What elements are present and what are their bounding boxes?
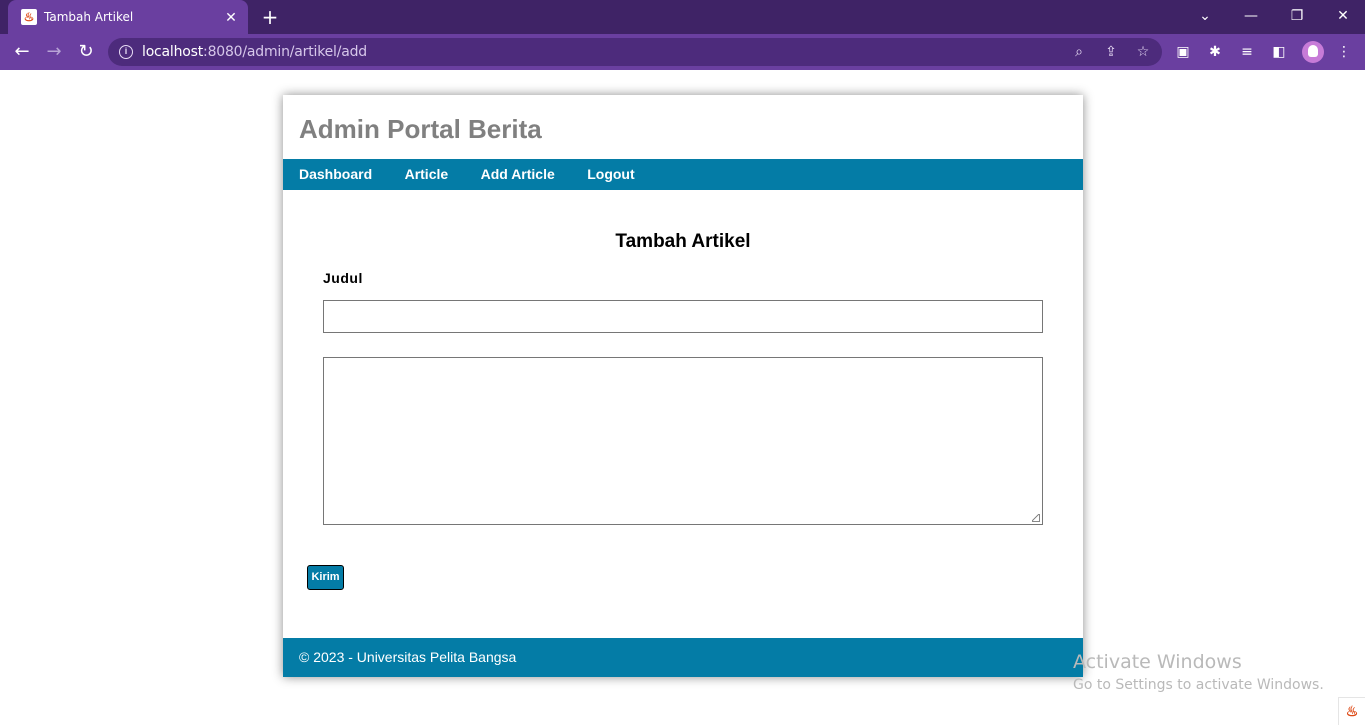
side-panel-icon[interactable]: ◧ bbox=[1269, 42, 1289, 62]
url-text[interactable]: localhost:8080/admin/artikel/add bbox=[142, 44, 367, 60]
site-header: Admin Portal Berita bbox=[283, 95, 1083, 159]
browser-tab[interactable]: ♨ Tambah Artikel ✕ bbox=[8, 0, 248, 34]
nav-dashboard[interactable]: Dashboard bbox=[299, 159, 372, 190]
activation-watermark-subtitle: Go to Settings to activate Windows. bbox=[1073, 677, 1324, 693]
site-info-icon[interactable]: i bbox=[119, 45, 133, 59]
browser-tab-strip: ♨ Tambah Artikel ✕ + ⌄ — ❐ ✕ bbox=[0, 0, 1365, 34]
submit-button[interactable]: Kirim bbox=[307, 565, 344, 590]
bookmark-star-icon[interactable]: ☆ bbox=[1133, 42, 1153, 62]
nav-add-article[interactable]: Add Article bbox=[481, 159, 555, 190]
activation-watermark-title: Activate Windows bbox=[1073, 651, 1242, 673]
zoom-icon[interactable]: ⌕ bbox=[1069, 42, 1089, 62]
share-icon[interactable]: ⇪ bbox=[1101, 42, 1121, 62]
profile-avatar[interactable] bbox=[1302, 41, 1324, 63]
footer-text: © 2023 - Universitas Pelita Bangsa bbox=[299, 649, 517, 665]
resize-handle-icon[interactable] bbox=[1032, 514, 1040, 522]
extensions-puzzle-icon[interactable]: ✱ bbox=[1205, 42, 1225, 62]
form-title: Tambah Artikel bbox=[615, 231, 751, 252]
tab-search-icon[interactable]: ⌄ bbox=[1190, 4, 1220, 28]
media-control-icon[interactable]: ≡ bbox=[1237, 42, 1257, 62]
codeigniter-favicon-icon: ♨ bbox=[21, 9, 37, 25]
forward-button[interactable]: → bbox=[42, 40, 66, 64]
minimize-button[interactable]: — bbox=[1236, 4, 1266, 28]
tab-title: Tambah Artikel bbox=[44, 10, 134, 24]
reload-button[interactable]: ↻ bbox=[74, 40, 98, 64]
close-tab-icon[interactable]: ✕ bbox=[222, 8, 240, 26]
menu-kebab-icon[interactable]: ⋮ bbox=[1334, 42, 1354, 62]
site-footer: © 2023 - Universitas Pelita Bangsa bbox=[283, 638, 1083, 677]
isi-textarea[interactable] bbox=[323, 357, 1043, 525]
nav-article[interactable]: Article bbox=[405, 159, 449, 190]
judul-input[interactable] bbox=[323, 300, 1043, 333]
nav-logout[interactable]: Logout bbox=[587, 159, 634, 190]
judul-label: Judul bbox=[323, 270, 363, 286]
extension-icon[interactable]: ▣ bbox=[1173, 42, 1193, 62]
codeigniter-debug-toolbar-icon[interactable]: ♨ bbox=[1338, 697, 1365, 725]
back-button[interactable]: ← bbox=[10, 40, 34, 64]
main-nav: Dashboard Article Add Article Logout bbox=[283, 159, 1083, 190]
address-bar[interactable]: i localhost:8080/admin/artikel/add ⌕ ⇪ ☆ bbox=[108, 38, 1162, 66]
page-container: Admin Portal Berita Dashboard Article Ad… bbox=[283, 95, 1083, 677]
browser-toolbar: ← → ↻ i localhost:8080/admin/artikel/add… bbox=[0, 34, 1365, 70]
restore-button[interactable]: ❐ bbox=[1282, 4, 1312, 28]
site-title: Admin Portal Berita bbox=[299, 114, 542, 144]
close-window-button[interactable]: ✕ bbox=[1328, 4, 1358, 28]
new-tab-button[interactable]: + bbox=[259, 6, 281, 28]
add-article-form: Tambah Artikel Judul Kirim bbox=[283, 190, 1083, 638]
